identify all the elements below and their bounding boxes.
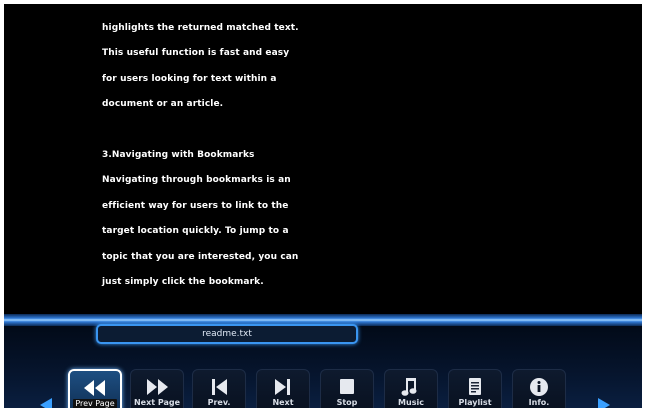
text-line: efficient way for users to link to the bbox=[102, 200, 289, 211]
scroll-right-arrow-icon[interactable] bbox=[598, 398, 610, 408]
text-line: just simply click the bookmark. bbox=[102, 276, 264, 287]
music-note-icon bbox=[401, 378, 417, 396]
button-label: Playlist bbox=[458, 398, 492, 407]
section-heading: 3.Navigating with Bookmarks bbox=[102, 149, 255, 160]
text-line: document or an article. bbox=[102, 99, 224, 110]
button-label: Stop bbox=[336, 398, 358, 407]
reader-screen: highlights the returned matched text. Th… bbox=[4, 4, 642, 408]
text-line: Navigating through bookmarks is an bbox=[102, 175, 291, 186]
document-text: highlights the returned matched text. Th… bbox=[102, 16, 402, 295]
text-line: target location quickly. To jump to a bbox=[102, 226, 289, 237]
fast-forward-icon bbox=[147, 379, 168, 395]
info-icon bbox=[530, 378, 548, 396]
skip-next-icon bbox=[275, 379, 290, 395]
tv-screen-frame: highlights the returned matched text. Th… bbox=[0, 0, 646, 412]
music-button[interactable]: Music bbox=[384, 369, 438, 408]
stop-button[interactable]: Stop bbox=[320, 369, 374, 408]
next-page-button[interactable]: Next Page bbox=[130, 369, 184, 408]
filename-box: readme.txt bbox=[96, 324, 358, 344]
rewind-icon bbox=[84, 380, 105, 396]
text-line: highlights the returned matched text. bbox=[102, 23, 299, 33]
next-button[interactable]: Next bbox=[256, 369, 310, 408]
button-label: Next Page bbox=[133, 398, 181, 407]
text-line: This useful function is fast and easy bbox=[102, 48, 290, 59]
button-label: Prev. bbox=[207, 398, 231, 407]
text-line: for users looking for text within a bbox=[102, 73, 277, 84]
text-line: topic that you are interested, you can bbox=[102, 251, 299, 262]
button-label: Info. bbox=[528, 398, 550, 407]
button-label: Prev Page bbox=[73, 399, 117, 408]
prev-page-button[interactable]: Prev Page bbox=[68, 369, 122, 408]
button-label: Music bbox=[398, 398, 424, 407]
info-button[interactable]: Info. bbox=[512, 369, 566, 408]
skip-previous-icon bbox=[212, 379, 227, 395]
prev-button[interactable]: Prev. bbox=[192, 369, 246, 408]
scroll-left-arrow-icon[interactable] bbox=[40, 398, 52, 408]
button-label: Next bbox=[272, 398, 294, 407]
stop-icon bbox=[340, 379, 354, 394]
filename-label: readme.txt bbox=[202, 329, 252, 339]
playlist-icon bbox=[469, 378, 481, 395]
playlist-button[interactable]: Playlist bbox=[448, 369, 502, 408]
